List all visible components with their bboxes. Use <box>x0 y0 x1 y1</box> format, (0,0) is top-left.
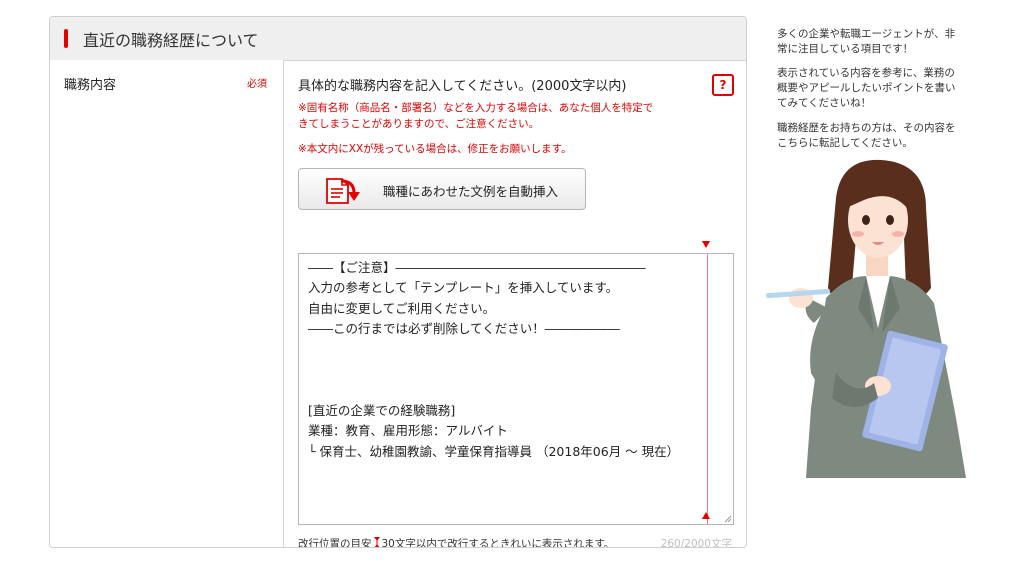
document-arrow-icon <box>326 178 360 204</box>
advisor-illustration <box>766 159 966 478</box>
line-guide <box>707 254 708 524</box>
side-note: 職務経歴をお持ちの方は、その内容を こちらに転記してください。 <box>777 122 956 149</box>
section-header: 直近の職務経歴について <box>50 17 746 61</box>
textarea-value: ――【ご注意】―――――――――――――――――――― 入力の参考として「テンプ… <box>308 260 680 459</box>
field-content-column: 具体的な職務内容を記入してください。(2000文字以内) ? ※固有名称（商品名… <box>284 60 746 547</box>
field-instruction: 具体的な職務内容を記入してください。(2000文字以内) <box>298 79 627 94</box>
resize-grip-icon[interactable] <box>724 515 732 523</box>
job-description-textarea[interactable]: ――【ご注意】―――――――――――――――――――― 入力の参考として「テンプ… <box>298 253 734 525</box>
line-guide-marker-icon <box>702 241 710 248</box>
placeholder-warning: ※本文内にXXが残っている場合は、修正をお願いします。 <box>298 143 572 155</box>
line-guide-marker-icon <box>373 537 380 547</box>
line-guide-marker-icon <box>702 512 710 519</box>
field-label-column: 職務内容 必須 <box>50 60 284 547</box>
privacy-warning: ※固有名称（商品名・部署名）などを入力する場合は、あなた個人を特定で きてしまう… <box>298 102 654 130</box>
field-label: 職務内容 <box>64 78 117 93</box>
section-title: 直近の職務経歴について <box>83 31 259 50</box>
required-badge: 必須 <box>247 79 267 90</box>
header-accent-bar <box>64 29 68 48</box>
question-icon[interactable]: ? <box>712 74 734 96</box>
auto-insert-template-button[interactable]: 職種にあわせた文例を自動挿入 <box>298 168 586 210</box>
line-break-hint: 改行位置の目安 30文字以内で改行するときれいに表示されます。 <box>298 536 615 548</box>
auto-insert-label: 職種にあわせた文例を自動挿入 <box>383 184 559 199</box>
side-note: 表示されている内容を参考に、業務の 概要やアピールしたいポイントを書い てみてく… <box>777 67 956 109</box>
character-count: 260/2000文字 <box>660 538 732 548</box>
hint-label: 改行位置の目安 <box>298 538 372 548</box>
hint-text: 30文字以内で改行するときれいに表示されます。 <box>381 538 615 548</box>
side-note: 多くの企業や転職エージェントが、非 常に注目している項目です！ <box>777 28 956 55</box>
job-history-panel: 直近の職務経歴について 職務内容 必須 具体的な職務内容を記入してください。(2… <box>49 16 747 548</box>
